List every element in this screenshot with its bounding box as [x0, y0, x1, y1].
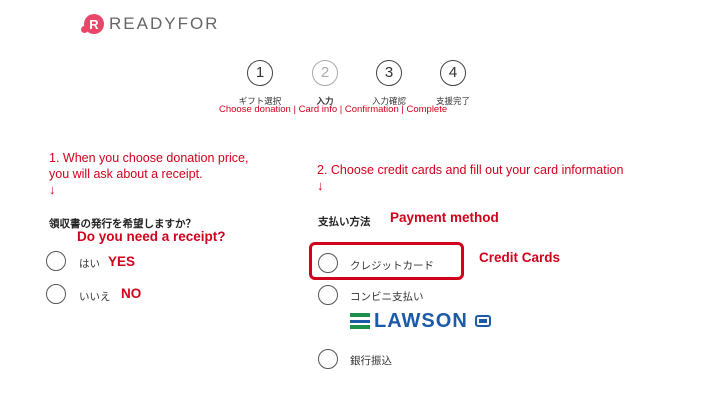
receipt-question-en: Do you need a receipt? [77, 229, 226, 244]
readyfor-logo[interactable]: R READYFOR [81, 13, 220, 35]
logo-mark-icon: R [81, 14, 104, 34]
receipt-yes-label[interactable]: はい [79, 256, 100, 271]
step-1-circle: 1 [247, 60, 273, 86]
lawson-logo: LAWSON [350, 310, 491, 332]
receipt-yes-en: YES [108, 254, 136, 269]
step-3-circle: 3 [376, 60, 402, 86]
lawson-flag-icon [350, 313, 370, 329]
note-left-line2: you will ask about a receipt. [49, 167, 203, 181]
lawson-text: LAWSON [374, 309, 468, 332]
note-right-arrow: ↓ [317, 178, 324, 193]
loppi-terminal-icon [474, 315, 491, 327]
receipt-no-label[interactable]: いいえ [79, 289, 111, 304]
payment-method-en: Payment method [390, 210, 499, 225]
logo-text: READYFOR [109, 14, 220, 33]
step-2-circle: 2 [312, 60, 338, 86]
credit-card-label[interactable]: クレジットカード [350, 258, 434, 273]
note-left-arrow: ↓ [49, 182, 56, 197]
payment-method-title: 支払い方法 [318, 216, 371, 228]
receipt-no-radio[interactable] [46, 284, 66, 304]
note-right: 2. Choose credit cards and fill out your… [317, 163, 624, 177]
note-left-line1: 1. When you choose donation price, [49, 151, 249, 165]
bank-transfer-label[interactable]: 銀行振込 [350, 353, 392, 368]
receipt-yes-radio[interactable] [46, 251, 66, 271]
credit-card-en: Credit Cards [479, 250, 561, 265]
convenience-store-label[interactable]: コンビニ支払い [350, 289, 424, 304]
receipt-no-en: NO [121, 286, 142, 301]
steps-english-annotation: Choose donation | Card info | Confirmati… [219, 104, 448, 115]
credit-card-radio[interactable] [318, 253, 338, 273]
bank-transfer-radio[interactable] [318, 349, 338, 369]
step-4-circle: 4 [440, 60, 466, 86]
convenience-store-radio[interactable] [318, 285, 338, 305]
